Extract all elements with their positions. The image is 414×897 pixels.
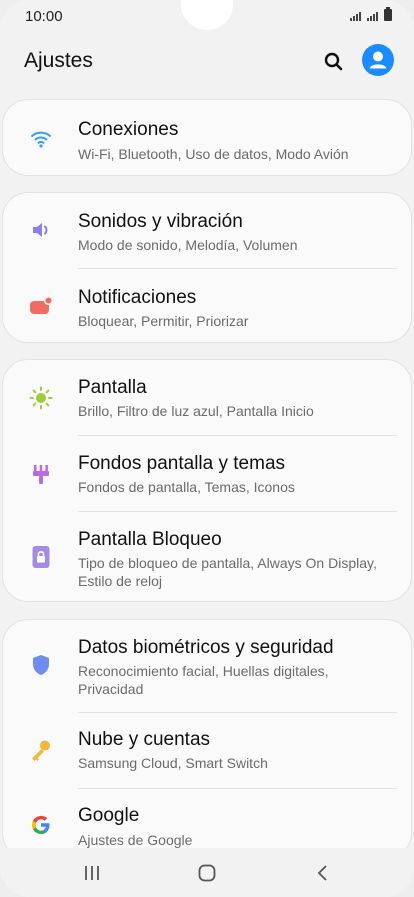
settings-item-biometricos[interactable]: Datos biométricos y seguridad Reconocimi… xyxy=(3,620,413,712)
item-subtitle: Samsung Cloud, Smart Switch xyxy=(78,755,268,771)
settings-item-notificaciones[interactable]: Notificaciones Bloquear, Permitir, Prior… xyxy=(3,269,413,344)
status-time: 10:00 xyxy=(25,8,63,25)
item-title: Conexiones xyxy=(78,119,179,140)
item-title: Sonidos y vibración xyxy=(78,211,243,232)
settings-card-connections: Conexiones Wi-Fi, Bluetooth, Uso de dato… xyxy=(2,99,412,176)
item-title: Google xyxy=(78,805,140,826)
search-button[interactable] xyxy=(318,46,350,78)
settings-item-fondos[interactable]: Fondos pantalla y temas Fondos de pantal… xyxy=(3,436,413,511)
wifi-icon xyxy=(29,127,53,151)
notification-icon xyxy=(29,294,53,318)
signal-icon-2 xyxy=(367,12,378,21)
camera-notch xyxy=(181,0,233,30)
item-subtitle: Reconocimiento facial, Huellas digitales… xyxy=(78,663,329,697)
phone-screen: 10:00 Ajustes Conexiones Wi-Fi, Bluetoot… xyxy=(0,0,414,897)
settings-item-nube[interactable]: Nube y cuentas Samsung Cloud, Smart Swit… xyxy=(3,713,413,788)
item-subtitle: Wi-Fi, Bluetooth, Uso de datos, Modo Avi… xyxy=(78,146,349,162)
battery-icon xyxy=(384,7,392,21)
page-title: Ajustes xyxy=(24,49,93,72)
google-icon xyxy=(29,813,53,837)
status-bar: 10:00 xyxy=(0,0,414,34)
item-subtitle: Brillo, Filtro de luz azul, Pantalla Ini… xyxy=(78,403,314,419)
item-title: Fondos pantalla y temas xyxy=(78,453,286,474)
home-icon xyxy=(198,864,216,882)
item-title: Datos biométricos y seguridad xyxy=(78,637,334,658)
speaker-icon xyxy=(29,218,53,242)
item-subtitle: Tipo de bloqueo de pantalla, Always On D… xyxy=(78,555,377,589)
app-header: Ajustes xyxy=(0,34,414,90)
home-button[interactable] xyxy=(187,858,227,888)
settings-item-pantalla[interactable]: Pantalla Brillo, Filtro de luz azul, Pan… xyxy=(3,360,413,435)
shield-icon xyxy=(29,653,53,677)
settings-item-sonidos[interactable]: Sonidos y vibración Modo de sonido, Melo… xyxy=(3,193,413,268)
navigation-bar xyxy=(0,848,414,897)
recents-icon xyxy=(85,866,99,880)
signal-icon xyxy=(350,12,361,21)
item-subtitle: Bloquear, Permitir, Priorizar xyxy=(78,313,249,329)
lock-icon xyxy=(29,545,53,569)
brightness-icon xyxy=(29,386,53,410)
settings-card-security: Datos biométricos y seguridad Reconocimi… xyxy=(2,619,412,859)
recents-button[interactable] xyxy=(72,858,112,888)
search-icon xyxy=(324,52,343,71)
status-icons xyxy=(350,7,392,21)
key-icon xyxy=(29,738,53,762)
item-title: Nube y cuentas xyxy=(78,729,211,750)
item-subtitle: Fondos de pantalla, Temas, Iconos xyxy=(78,479,295,495)
item-subtitle: Modo de sonido, Melodía, Volumen xyxy=(78,237,298,253)
settings-card-display: Pantalla Brillo, Filtro de luz azul, Pan… xyxy=(2,359,412,602)
back-button[interactable] xyxy=(303,858,343,888)
settings-item-bloqueo[interactable]: Pantalla Bloqueo Tipo de bloqueo de pant… xyxy=(3,512,413,603)
item-title: Pantalla xyxy=(78,377,147,398)
item-subtitle: Ajustes de Google xyxy=(78,832,193,848)
profile-button[interactable] xyxy=(362,44,394,76)
brush-icon xyxy=(29,462,53,486)
item-title: Pantalla Bloqueo xyxy=(78,529,222,550)
back-icon xyxy=(317,865,327,881)
settings-item-conexiones[interactable]: Conexiones Wi-Fi, Bluetooth, Uso de dato… xyxy=(3,100,413,177)
settings-card-sounds: Sonidos y vibración Modo de sonido, Melo… xyxy=(2,192,412,343)
item-title: Notificaciones xyxy=(78,287,197,308)
profile-icon xyxy=(369,51,387,69)
